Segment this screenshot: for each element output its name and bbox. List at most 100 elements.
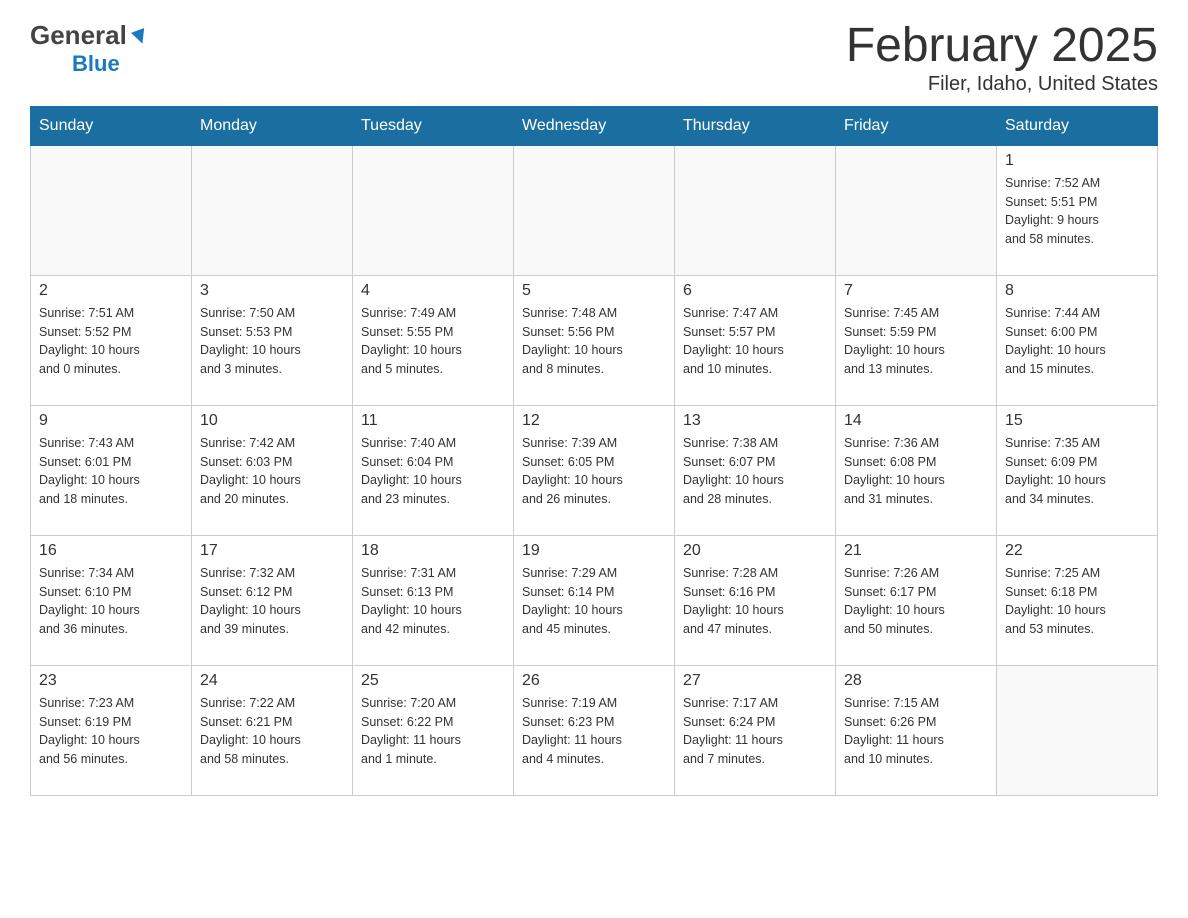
table-row: 27 Sunrise: 7:17 AMSunset: 6:24 PMDayligh…	[675, 665, 836, 795]
day-info: Sunrise: 7:36 AMSunset: 6:08 PMDaylight:…	[844, 434, 988, 509]
table-row: 16 Sunrise: 7:34 AMSunset: 6:10 PMDayligh…	[31, 535, 192, 665]
logo-triangle-icon	[129, 26, 151, 48]
header-monday: Monday	[192, 106, 353, 145]
table-row: 19Sunrise: 7:29 AMSunset: 6:14 PMDayligh…	[514, 535, 675, 665]
day-number: 19	[522, 542, 666, 560]
table-row: 23 Sunrise: 7:23 AMSunset: 6:19 PMDayligh…	[31, 665, 192, 795]
table-row: 22 Sunrise: 7:25 AMSunset: 6:18 PMDayligh…	[997, 535, 1158, 665]
header-wednesday: Wednesday	[514, 106, 675, 145]
table-row: 7 Sunrise: 7:45 AMSunset: 5:59 PMDaylight…	[836, 275, 997, 405]
table-row: 1 Sunrise: 7:52 AMSunset: 5:51 PMDaylight…	[997, 145, 1158, 275]
table-row	[997, 665, 1158, 795]
day-number: 28	[844, 672, 988, 690]
day-number: 11	[361, 412, 505, 430]
day-number: 21	[844, 542, 988, 560]
header-sunday: Sunday	[31, 106, 192, 145]
day-info: Sunrise: 7:49 AMSunset: 5:55 PMDaylight:…	[361, 304, 505, 379]
calendar-table: Sunday Monday Tuesday Wednesday Thursday…	[30, 106, 1158, 796]
day-number: 10	[200, 412, 344, 430]
table-row: 11 Sunrise: 7:40 AMSunset: 6:04 PMDayligh…	[353, 405, 514, 535]
header-saturday: Saturday	[997, 106, 1158, 145]
table-row: 20 Sunrise: 7:28 AMSunset: 6:16 PMDayligh…	[675, 535, 836, 665]
table-row: 28 Sunrise: 7:15 AMSunset: 6:26 PMDayligh…	[836, 665, 997, 795]
day-info: Sunrise: 7:44 AMSunset: 6:00 PMDaylight:…	[1005, 304, 1149, 379]
day-info: Sunrise: 7:43 AMSunset: 6:01 PMDaylight:…	[39, 434, 183, 509]
day-info: Sunrise: 7:26 AMSunset: 6:17 PMDaylight:…	[844, 564, 988, 639]
day-number: 26	[522, 672, 666, 690]
day-info: Sunrise: 7:48 AMSunset: 5:56 PMDaylight:…	[522, 304, 666, 379]
table-row	[353, 145, 514, 275]
title-area: February 2025 Filer, Idaho, United State…	[846, 20, 1158, 96]
table-row	[31, 145, 192, 275]
day-info: Sunrise: 7:23 AMSunset: 6:19 PMDaylight:…	[39, 694, 183, 769]
day-info: Sunrise: 7:45 AMSunset: 5:59 PMDaylight:…	[844, 304, 988, 379]
table-row	[836, 145, 997, 275]
table-row: 4Sunrise: 7:49 AMSunset: 5:55 PMDaylight…	[353, 275, 514, 405]
day-info: Sunrise: 7:17 AMSunset: 6:24 PMDaylight:…	[683, 694, 827, 769]
page-title: February 2025	[846, 20, 1158, 73]
day-info: Sunrise: 7:22 AMSunset: 6:21 PMDaylight:…	[200, 694, 344, 769]
table-row	[514, 145, 675, 275]
day-info: Sunrise: 7:15 AMSunset: 6:26 PMDaylight:…	[844, 694, 988, 769]
header-tuesday: Tuesday	[353, 106, 514, 145]
logo-general-text: General	[30, 20, 127, 51]
table-row: 9 Sunrise: 7:43 AMSunset: 6:01 PMDaylight…	[31, 405, 192, 535]
day-number: 22	[1005, 542, 1149, 560]
page-header: General Blue February 2025 Filer, Idaho,…	[30, 20, 1158, 96]
day-info: Sunrise: 7:34 AMSunset: 6:10 PMDaylight:…	[39, 564, 183, 639]
day-number: 13	[683, 412, 827, 430]
day-number: 9	[39, 412, 183, 430]
table-row: 21 Sunrise: 7:26 AMSunset: 6:17 PMDayligh…	[836, 535, 997, 665]
day-number: 25	[361, 672, 505, 690]
table-row: 2 Sunrise: 7:51 AMSunset: 5:52 PMDaylight…	[31, 275, 192, 405]
day-number: 16	[39, 542, 183, 560]
day-number: 20	[683, 542, 827, 560]
table-row	[192, 145, 353, 275]
day-info: Sunrise: 7:31 AMSunset: 6:13 PMDaylight:…	[361, 564, 505, 639]
table-row: 13 Sunrise: 7:38 AMSunset: 6:07 PMDayligh…	[675, 405, 836, 535]
day-number: 1	[1005, 152, 1149, 170]
day-number: 27	[683, 672, 827, 690]
table-row: 17 Sunrise: 7:32 AMSunset: 6:12 PMDayligh…	[192, 535, 353, 665]
header-friday: Friday	[836, 106, 997, 145]
page-subtitle: Filer, Idaho, United States	[846, 73, 1158, 96]
calendar-week-row: 9 Sunrise: 7:43 AMSunset: 6:01 PMDaylight…	[31, 405, 1158, 535]
table-row: 12Sunrise: 7:39 AMSunset: 6:05 PMDayligh…	[514, 405, 675, 535]
day-info: Sunrise: 7:20 AMSunset: 6:22 PMDaylight:…	[361, 694, 505, 769]
day-number: 14	[844, 412, 988, 430]
table-row: 10 Sunrise: 7:42 AMSunset: 6:03 PMDayligh…	[192, 405, 353, 535]
table-row: 15 Sunrise: 7:35 AMSunset: 6:09 PMDayligh…	[997, 405, 1158, 535]
day-info: Sunrise: 7:28 AMSunset: 6:16 PMDaylight:…	[683, 564, 827, 639]
day-number: 17	[200, 542, 344, 560]
day-number: 2	[39, 282, 183, 300]
logo-blue-text: Blue	[72, 51, 120, 76]
day-number: 7	[844, 282, 988, 300]
day-number: 12	[522, 412, 666, 430]
table-row: 14 Sunrise: 7:36 AMSunset: 6:08 PMDayligh…	[836, 405, 997, 535]
day-info: Sunrise: 7:52 AMSunset: 5:51 PMDaylight:…	[1005, 174, 1149, 249]
day-number: 5	[522, 282, 666, 300]
table-row: 26Sunrise: 7:19 AMSunset: 6:23 PMDayligh…	[514, 665, 675, 795]
day-number: 15	[1005, 412, 1149, 430]
table-row: 8Sunrise: 7:44 AMSunset: 6:00 PMDaylight…	[997, 275, 1158, 405]
day-info: Sunrise: 7:38 AMSunset: 6:07 PMDaylight:…	[683, 434, 827, 509]
day-info: Sunrise: 7:42 AMSunset: 6:03 PMDaylight:…	[200, 434, 344, 509]
table-row: 6Sunrise: 7:47 AMSunset: 5:57 PMDaylight…	[675, 275, 836, 405]
day-info: Sunrise: 7:40 AMSunset: 6:04 PMDaylight:…	[361, 434, 505, 509]
calendar-week-row: 16 Sunrise: 7:34 AMSunset: 6:10 PMDayligh…	[31, 535, 1158, 665]
calendar-week-row: 1 Sunrise: 7:52 AMSunset: 5:51 PMDaylight…	[31, 145, 1158, 275]
day-info: Sunrise: 7:32 AMSunset: 6:12 PMDaylight:…	[200, 564, 344, 639]
table-row	[675, 145, 836, 275]
day-number: 18	[361, 542, 505, 560]
day-number: 3	[200, 282, 344, 300]
table-row: 18 Sunrise: 7:31 AMSunset: 6:13 PMDayligh…	[353, 535, 514, 665]
day-info: Sunrise: 7:25 AMSunset: 6:18 PMDaylight:…	[1005, 564, 1149, 639]
table-row: 3Sunrise: 7:50 AMSunset: 5:53 PMDaylight…	[192, 275, 353, 405]
table-row: 5 Sunrise: 7:48 AMSunset: 5:56 PMDaylight…	[514, 275, 675, 405]
calendar-header-row: Sunday Monday Tuesday Wednesday Thursday…	[31, 106, 1158, 145]
calendar-week-row: 2 Sunrise: 7:51 AMSunset: 5:52 PMDaylight…	[31, 275, 1158, 405]
day-info: Sunrise: 7:51 AMSunset: 5:52 PMDaylight:…	[39, 304, 183, 379]
day-info: Sunrise: 7:35 AMSunset: 6:09 PMDaylight:…	[1005, 434, 1149, 509]
day-number: 24	[200, 672, 344, 690]
day-number: 23	[39, 672, 183, 690]
